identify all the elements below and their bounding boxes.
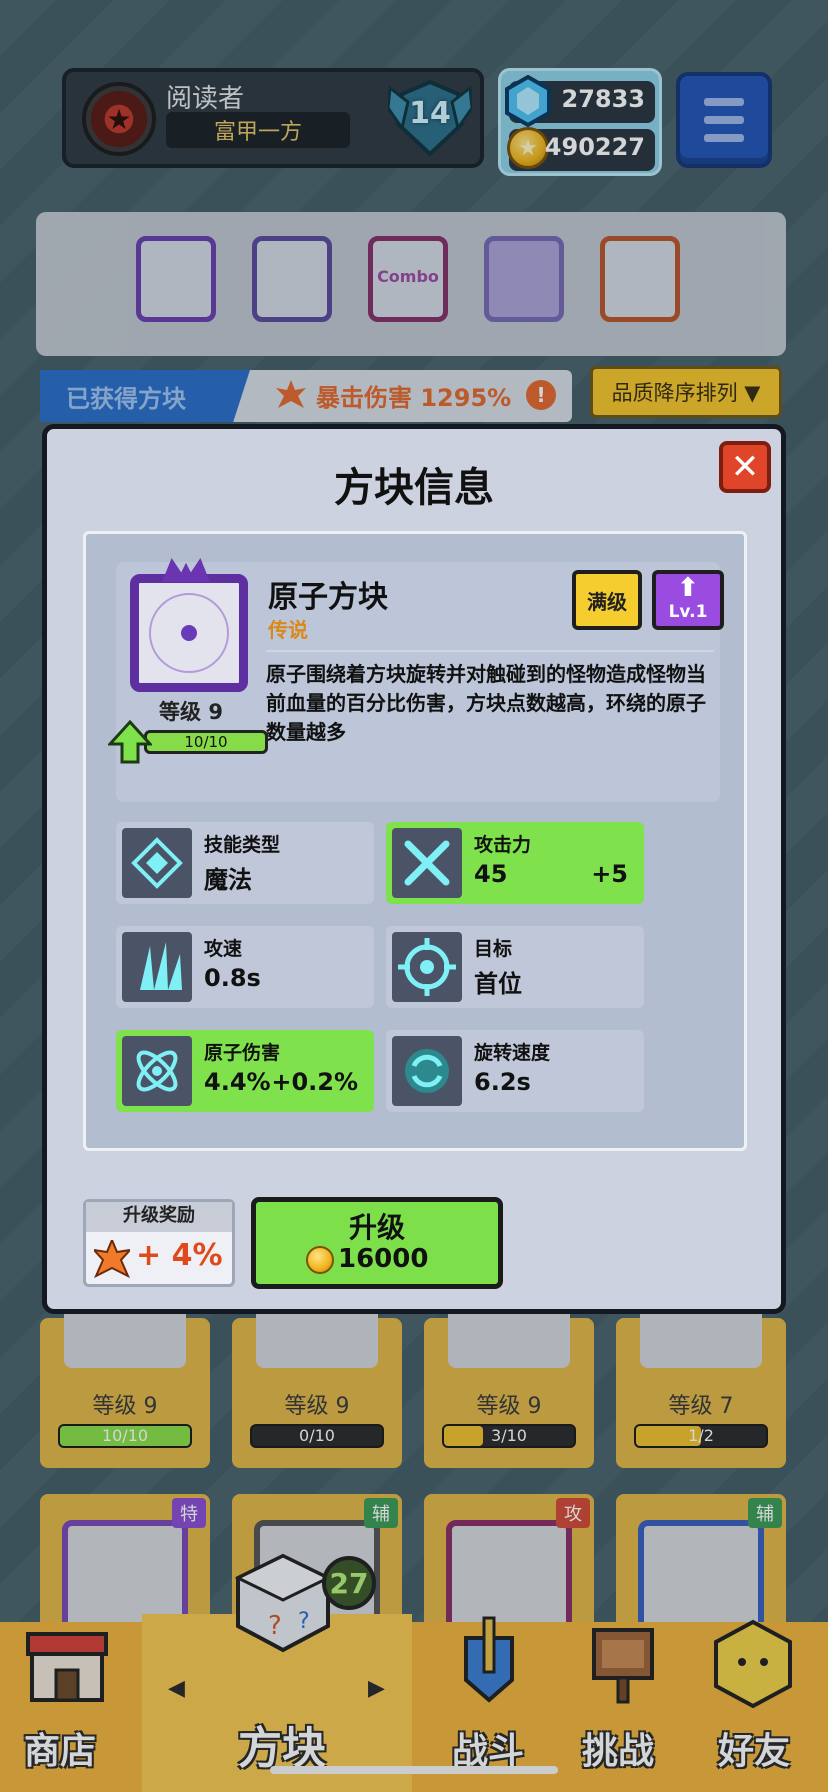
close-button[interactable]: ✕ (719, 441, 771, 493)
block-description: 原子围绕着方块旋转并对触碰到的怪物造成怪物当前血量的百分比伤害，方块点数越高，环… (266, 662, 706, 744)
block-progress: 10/10 (144, 730, 268, 754)
block-name: 原子方块 (268, 580, 388, 615)
stat-attack-speed: 攻速 0.8s (116, 926, 374, 1008)
block-details-panel: 原子方块 传说 满级 ⬆ Lv.1 原子围绕着方块旋转并对触碰到的怪物造成怪物当… (83, 531, 747, 1151)
rotation-icon (392, 1036, 462, 1106)
upgrade-label: 升级 (348, 1211, 405, 1244)
divider (266, 650, 714, 652)
stat-skill-type: 技能类型 魔法 (116, 822, 374, 904)
reward-title: 升级奖励 (86, 1202, 232, 1232)
crit-burst-icon (94, 1240, 130, 1279)
arrow-up-icon: ⬆ (677, 573, 699, 603)
green-up-arrow-icon (108, 720, 152, 764)
reward-value: + 4% (136, 1238, 223, 1273)
attack-speed-icon (122, 932, 192, 1002)
stat-attack: 攻击力 45 +5 (386, 822, 644, 904)
coin-icon (306, 1246, 334, 1274)
demon-horn-icon (162, 558, 210, 582)
modal-title: 方块信息 (334, 465, 494, 511)
block-info-modal: 方块信息 ✕ 原子方块 传说 满级 ⬆ Lv.1 原子围绕着方块旋转并对触碰到的… (42, 424, 786, 1314)
stat-rotation-speed: 旋转速度 6.2s (386, 1030, 644, 1112)
stat-atom-damage: 原子伤害 4.4% +0.2% (116, 1030, 374, 1112)
magic-icon (122, 828, 192, 898)
stat-target: 目标 首位 (386, 926, 644, 1008)
upgrade-reward: 升级奖励 + 4% (83, 1199, 235, 1287)
swords-icon (392, 828, 462, 898)
upgrade-cost: 16000 (338, 1244, 429, 1274)
atom-icon (122, 1036, 192, 1106)
max-level-button[interactable]: 满级 (572, 570, 642, 630)
level-up-label: Lv.1 (668, 602, 708, 622)
upgrade-button[interactable]: 升级 16000 (251, 1197, 503, 1289)
block-summary: 原子方块 传说 满级 ⬆ Lv.1 原子围绕着方块旋转并对触碰到的怪物造成怪物当… (108, 558, 724, 802)
target-icon (392, 932, 462, 1002)
block-rarity: 传说 (268, 618, 308, 642)
block-image (130, 574, 248, 692)
level-up-button[interactable]: ⬆ Lv.1 (652, 570, 724, 630)
